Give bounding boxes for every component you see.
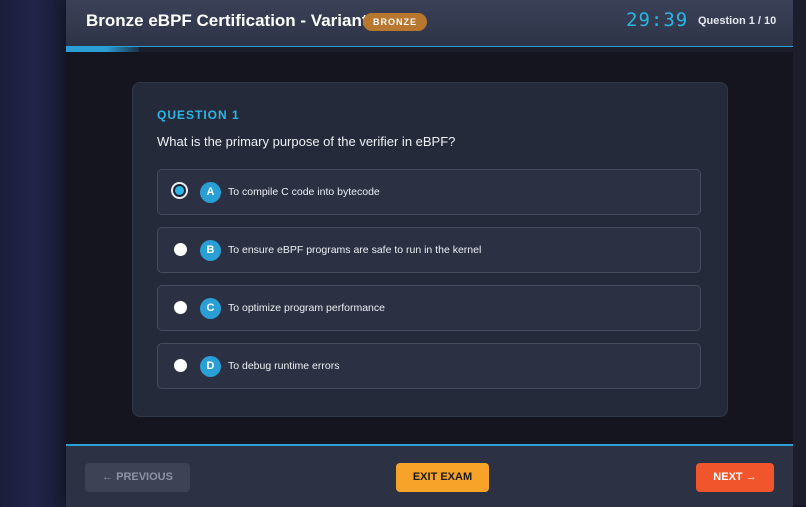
countdown-timer: 29:39 [626, 9, 689, 31]
option-d[interactable]: D To debug runtime errors [157, 343, 701, 389]
window-edge [793, 0, 806, 505]
radio-button[interactable] [174, 301, 187, 314]
radio-button[interactable] [174, 243, 187, 256]
exit-exam-button[interactable]: EXIT EXAM [396, 463, 489, 492]
exam-footer: ← PREVIOUS EXIT EXAM NEXT → [66, 444, 793, 507]
radio-button[interactable] [174, 359, 187, 372]
option-letter-badge: D [200, 356, 221, 377]
progress-bar [66, 47, 793, 52]
option-text: To compile C code into bytecode [228, 186, 380, 198]
next-button[interactable]: NEXT → [696, 463, 774, 492]
option-letter-badge: C [200, 298, 221, 319]
question-card: QUESTION 1 What is the primary purpose o… [132, 82, 728, 417]
option-b[interactable]: B To ensure eBPF programs are safe to ru… [157, 227, 701, 273]
option-text: To optimize program performance [228, 302, 385, 314]
option-text: To ensure eBPF programs are safe to run … [228, 244, 482, 256]
radio-button-selected[interactable] [171, 182, 188, 199]
exam-title: Bronze eBPF Certification - Variant 2 [86, 11, 382, 30]
option-a[interactable]: A To compile C code into bytecode [157, 169, 701, 215]
progress-bar-fill [66, 47, 139, 52]
option-text: To debug runtime errors [228, 360, 340, 372]
question-label: QUESTION 1 [157, 108, 240, 122]
question-text: What is the primary purpose of the verif… [157, 134, 456, 149]
option-letter-badge: B [200, 240, 221, 261]
exam-window: Bronze eBPF Certification - Variant 2 BR… [66, 0, 793, 507]
level-badge: BRONZE [363, 13, 427, 31]
question-counter: Question 1 / 10 [698, 15, 777, 27]
option-c[interactable]: C To optimize program performance [157, 285, 701, 331]
exam-header: Bronze eBPF Certification - Variant 2 BR… [66, 0, 793, 48]
previous-button[interactable]: ← PREVIOUS [85, 463, 190, 492]
option-letter-badge: A [200, 182, 221, 203]
